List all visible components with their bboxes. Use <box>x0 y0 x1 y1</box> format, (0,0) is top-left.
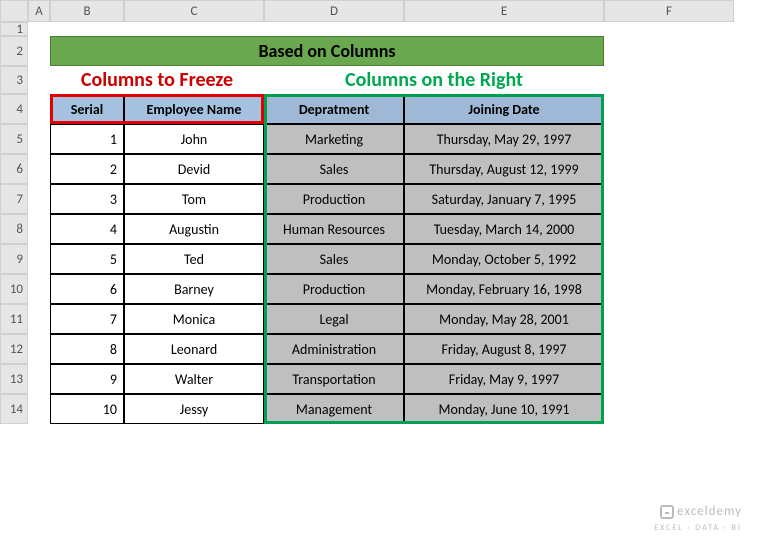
row-header[interactable]: 5 <box>0 124 28 154</box>
cell-joining[interactable]: Monday, May 28, 2001 <box>404 304 604 334</box>
header-department[interactable]: Depratment <box>264 94 404 124</box>
cell-serial[interactable]: 1 <box>50 124 124 154</box>
cell-serial[interactable]: 4 <box>50 214 124 244</box>
cell-serial[interactable]: 3 <box>50 184 124 214</box>
col-header-D[interactable]: D <box>264 0 404 22</box>
col-header-F[interactable]: F <box>604 0 734 22</box>
watermark-brand: exceldemy <box>677 504 742 519</box>
cell-joining[interactable]: Monday, October 5, 1992 <box>404 244 604 274</box>
cell-employee[interactable]: Monica <box>124 304 264 334</box>
cell-department[interactable]: Legal <box>264 304 404 334</box>
row-header[interactable]: 6 <box>0 154 28 184</box>
section-label-freeze: Columns to Freeze <box>50 66 264 94</box>
cell-department[interactable]: Transportation <box>264 364 404 394</box>
cell-department[interactable]: Production <box>264 184 404 214</box>
cell-serial[interactable]: 8 <box>50 334 124 364</box>
cell-employee[interactable]: Jessy <box>124 394 264 424</box>
cell-employee[interactable]: Tom <box>124 184 264 214</box>
select-all-corner[interactable] <box>0 0 28 22</box>
row-header[interactable]: 13 <box>0 364 28 394</box>
row-header[interactable]: 7 <box>0 184 28 214</box>
cell-employee[interactable]: John <box>124 124 264 154</box>
cell-department[interactable]: Sales <box>264 154 404 184</box>
col-header-E[interactable]: E <box>404 0 604 22</box>
cell-employee[interactable]: Leonard <box>124 334 264 364</box>
col-header-A[interactable]: A <box>28 0 50 22</box>
cell-department[interactable]: Sales <box>264 244 404 274</box>
cell-serial[interactable]: 5 <box>50 244 124 274</box>
row-header[interactable]: 3 <box>0 66 28 94</box>
cell-employee[interactable]: Barney <box>124 274 264 304</box>
col-header-C[interactable]: C <box>124 0 264 22</box>
cell-serial[interactable]: 7 <box>50 304 124 334</box>
header-joining[interactable]: Joining Date <box>404 94 604 124</box>
header-serial[interactable]: Serial <box>50 94 124 124</box>
cell-joining[interactable]: Friday, August 8, 1997 <box>404 334 604 364</box>
cell-serial[interactable]: 10 <box>50 394 124 424</box>
col-header-B[interactable]: B <box>50 0 124 22</box>
cell-employee[interactable]: Devid <box>124 154 264 184</box>
cell-joining[interactable]: Thursday, May 29, 1997 <box>404 124 604 154</box>
row-header[interactable]: 10 <box>0 274 28 304</box>
row-header[interactable]: 8 <box>0 214 28 244</box>
row-header[interactable]: 1 <box>0 22 28 36</box>
row-header[interactable]: 2 <box>0 36 28 66</box>
cell-joining[interactable]: Saturday, January 7, 1995 <box>404 184 604 214</box>
row-header[interactable]: 14 <box>0 394 28 424</box>
watermark: exceldemy EXCEL · DATA · BI <box>654 504 742 534</box>
section-label-right: Columns on the Right <box>264 66 604 94</box>
cell-joining[interactable]: Monday, June 10, 1991 <box>404 394 604 424</box>
watermark-tag: EXCEL · DATA · BI <box>654 523 742 533</box>
cell-joining[interactable]: Friday, May 9, 1997 <box>404 364 604 394</box>
spreadsheet-grid: A B C D E F 1 2 3 4 5 6 7 8 9 10 11 12 1… <box>0 0 768 424</box>
cell-department[interactable]: Management <box>264 394 404 424</box>
cell-serial[interactable]: 6 <box>50 274 124 304</box>
cell-employee[interactable]: Walter <box>124 364 264 394</box>
cell-joining[interactable]: Tuesday, March 14, 2000 <box>404 214 604 244</box>
row-header[interactable]: 9 <box>0 244 28 274</box>
cell-serial[interactable]: 9 <box>50 364 124 394</box>
cell-joining[interactable]: Monday, February 16, 1998 <box>404 274 604 304</box>
cell-serial[interactable]: 2 <box>50 154 124 184</box>
cell-employee[interactable]: Augustin <box>124 214 264 244</box>
cell-department[interactable]: Administration <box>264 334 404 364</box>
row-header[interactable]: 11 <box>0 304 28 334</box>
row-header[interactable]: 12 <box>0 334 28 364</box>
title-banner[interactable]: Based on Columns <box>50 36 604 66</box>
cell-joining[interactable]: Thursday, August 12, 1999 <box>404 154 604 184</box>
row-header[interactable]: 4 <box>0 94 28 124</box>
cell-department[interactable]: Production <box>264 274 404 304</box>
header-employee[interactable]: Employee Name <box>124 94 264 124</box>
cell-department[interactable]: Human Resources <box>264 214 404 244</box>
logo-icon <box>660 505 674 519</box>
cell-department[interactable]: Marketing <box>264 124 404 154</box>
cell-employee[interactable]: Ted <box>124 244 264 274</box>
